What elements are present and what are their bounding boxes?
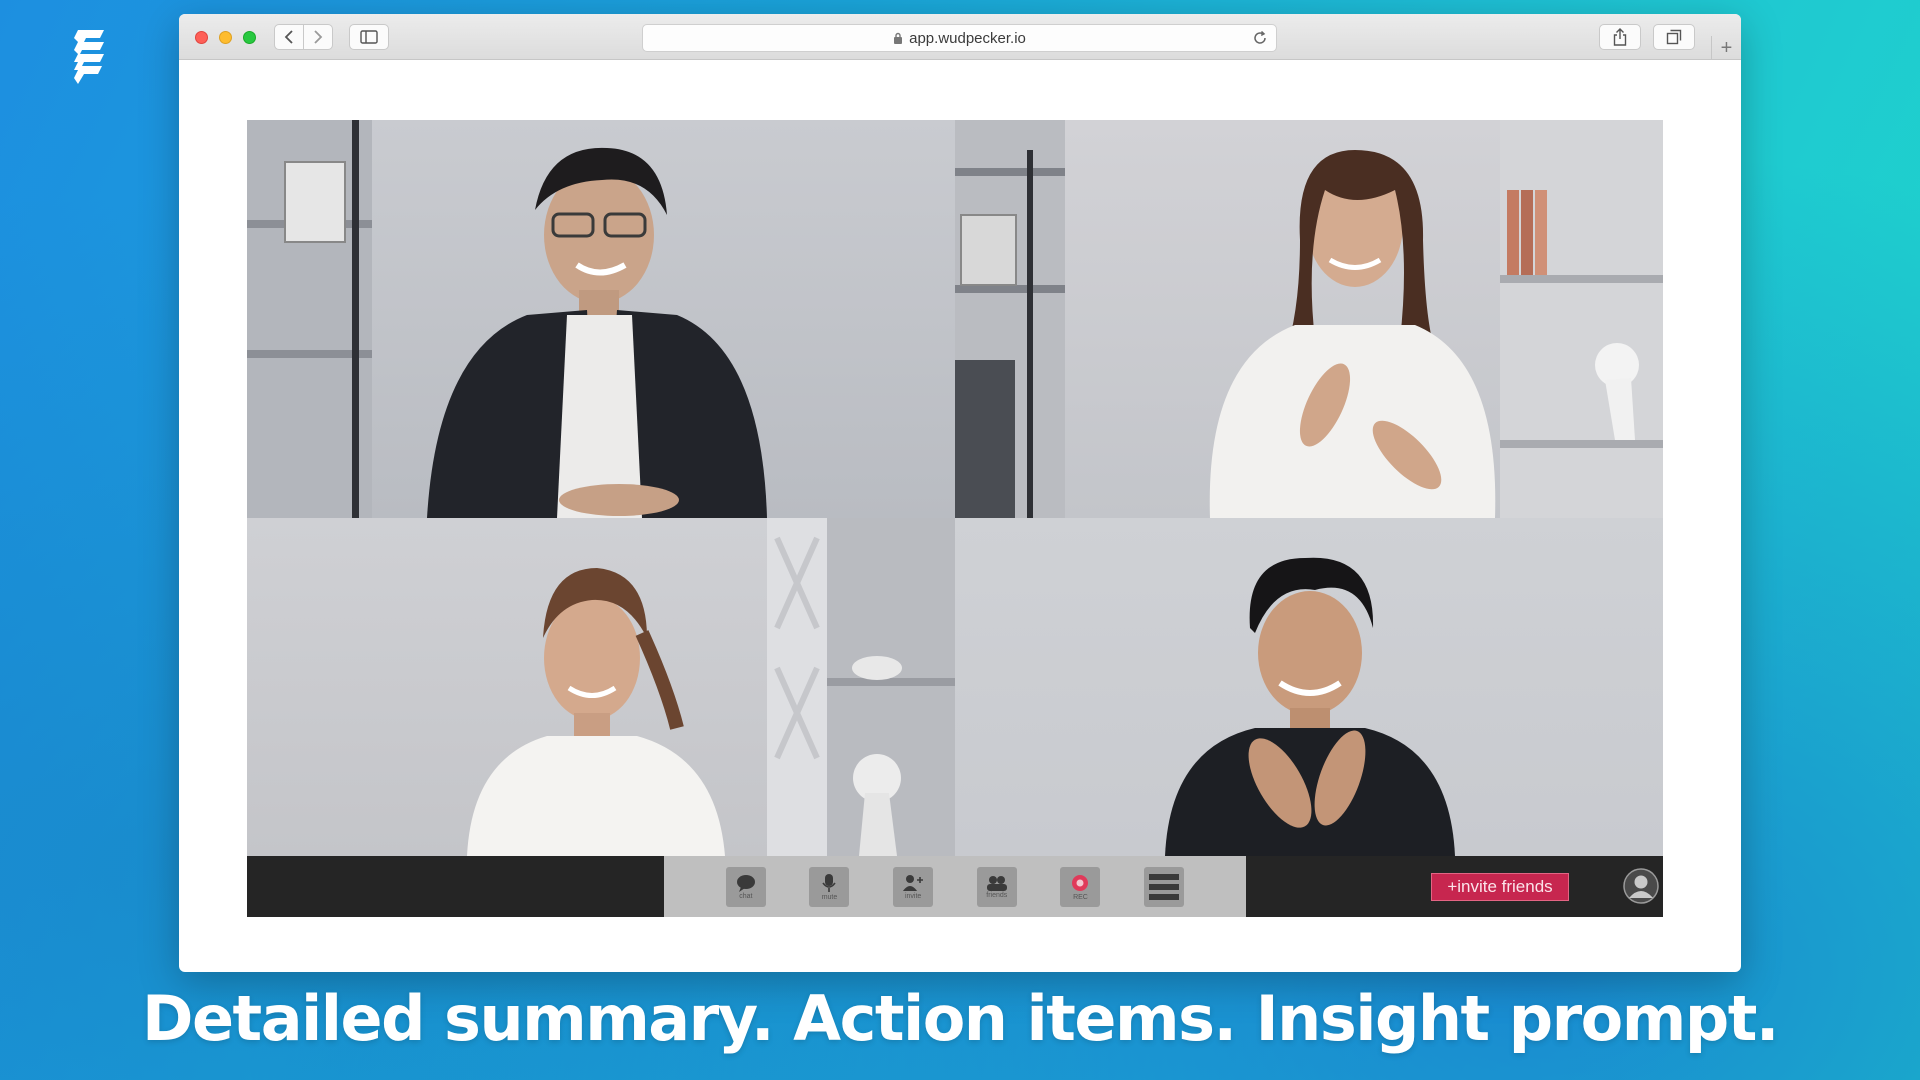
- friends-button[interactable]: friends: [976, 866, 1017, 907]
- people-icon: [986, 875, 1007, 891]
- back-button[interactable]: [274, 24, 304, 50]
- browser-toolbar: app.wudpecker.io +: [179, 14, 1741, 60]
- friends-label: friends: [986, 891, 1008, 899]
- wudpecker-logo-icon: [74, 30, 104, 84]
- lock-icon: [894, 32, 903, 44]
- chat-icon: [736, 874, 755, 892]
- share-button[interactable]: [1599, 24, 1641, 50]
- menu-button[interactable]: [1144, 866, 1185, 907]
- close-window-button[interactable]: [195, 31, 208, 44]
- video-grid: [247, 120, 1663, 856]
- invite-label: invite: [904, 892, 922, 900]
- url-text: app.wudpecker.io: [909, 29, 1026, 47]
- new-tab-button[interactable]: +: [1711, 36, 1741, 60]
- sidebar-toggle-button[interactable]: [349, 24, 389, 50]
- participant-video-3: [247, 518, 955, 856]
- invite-friends-button[interactable]: +invite friends: [1431, 873, 1569, 901]
- menu-icon: [1149, 873, 1180, 900]
- microphone-icon: [822, 873, 837, 892]
- show-tabs-button[interactable]: [1653, 24, 1695, 50]
- participant-video-1: [247, 120, 955, 518]
- tabs-overview-icon: [1666, 29, 1682, 45]
- browser-window: app.wudpecker.io + chat mute invite frie…: [179, 14, 1741, 972]
- sidebar-icon: [360, 30, 378, 44]
- forward-button[interactable]: [303, 24, 333, 50]
- chat-button[interactable]: chat: [725, 866, 766, 907]
- invite-button[interactable]: invite: [893, 866, 934, 907]
- record-button[interactable]: REC: [1060, 866, 1101, 907]
- call-control-bar: chat mute invite friends REC +invite fri…: [247, 856, 1663, 917]
- call-controls: chat mute invite friends REC: [664, 856, 1246, 917]
- participant-video-4: [955, 518, 1663, 856]
- mute-button[interactable]: mute: [809, 866, 850, 907]
- maximize-window-button[interactable]: [243, 31, 256, 44]
- chat-label: chat: [739, 892, 753, 900]
- chevron-left-icon: [284, 30, 293, 44]
- user-avatar-icon[interactable]: [1623, 868, 1659, 904]
- minimize-window-button[interactable]: [219, 31, 232, 44]
- mute-label: mute: [821, 893, 838, 901]
- add-person-icon: [903, 874, 924, 891]
- record-label: REC: [1073, 893, 1088, 901]
- video-call-app: chat mute invite friends REC +invite fri…: [247, 120, 1663, 917]
- chevron-right-icon: [314, 30, 323, 44]
- participant-video-2: [955, 120, 1663, 518]
- record-icon: [1072, 874, 1089, 891]
- share-icon: [1613, 28, 1627, 46]
- address-bar[interactable]: app.wudpecker.io: [642, 24, 1277, 52]
- reload-icon[interactable]: [1252, 30, 1268, 46]
- feature-caption: Detailed summary. Action items. Insight …: [142, 982, 1779, 1055]
